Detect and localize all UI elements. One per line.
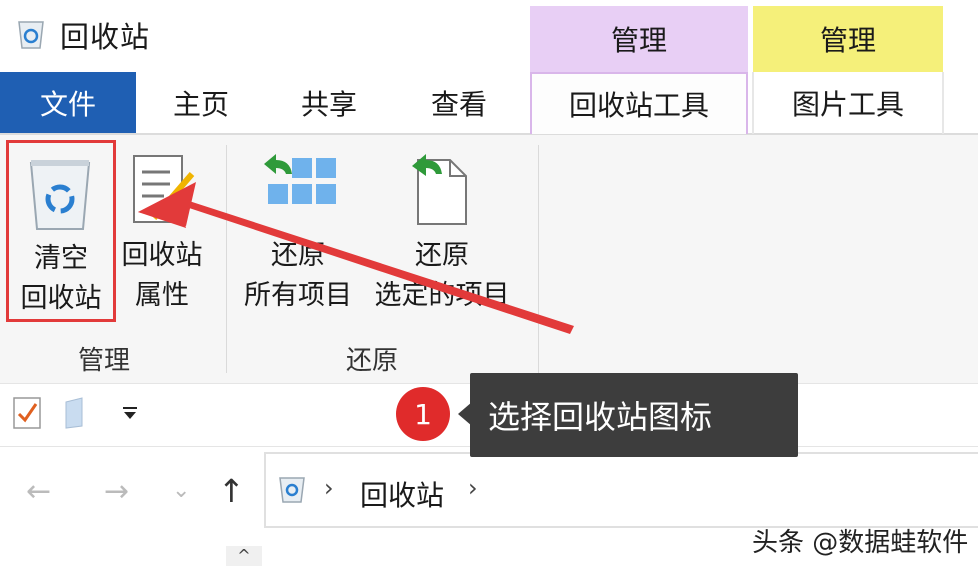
watermark-text: 头条 @数据蛙软件 xyxy=(752,528,969,558)
new-folder-icon[interactable] xyxy=(64,396,88,430)
breadcrumb-chevron-right-icon[interactable]: › xyxy=(468,474,478,502)
annotation-tooltip: 选择回收站图标 xyxy=(470,373,798,457)
properties-checkbox-icon[interactable] xyxy=(12,396,42,430)
breadcrumb-recycle-bin[interactable]: 回收站 xyxy=(360,474,444,514)
recent-chevron-down-icon[interactable]: ⌄ xyxy=(172,478,190,503)
step-badge: 1 xyxy=(396,387,450,441)
forward-arrow-icon[interactable]: → xyxy=(104,474,129,509)
dropdown-arrow-icon[interactable] xyxy=(122,406,138,420)
recycle-bin-small-icon xyxy=(279,477,305,503)
up-arrow-icon[interactable]: ↑ xyxy=(218,472,245,510)
back-arrow-icon[interactable]: ← xyxy=(26,474,51,509)
scroll-up-icon[interactable]: ^ xyxy=(226,546,262,566)
breadcrumb-chevron-right-icon[interactable]: › xyxy=(324,474,334,502)
